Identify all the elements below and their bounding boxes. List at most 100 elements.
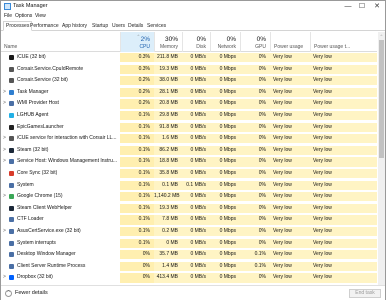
gpu-cell: 0% — [240, 192, 270, 202]
disk-cell: 0 MB/s — [182, 134, 210, 144]
table-row[interactable]: Corsair.Service (32 bit) 0.2% 38.0 MB 0 MB/… — [1, 76, 377, 86]
network-cell: 0 Mbps — [210, 203, 240, 213]
column-header-name[interactable]: Name — [4, 44, 17, 50]
network-cell: 0 Mbps — [210, 261, 240, 271]
expand-chevron-icon[interactable]: > — [3, 192, 7, 201]
table-row[interactable]: > Steam (32 bit) 0.1% 86.2 MB 0 MB/s 0 Mbps 0%… — [1, 145, 377, 155]
column-header-row: Name ^ 2% CPU 30% Memory 0% Disk 0% Netw… — [1, 32, 377, 52]
cpu-cell: 0.2% — [120, 87, 154, 97]
network-cell: 0 Mbps — [210, 169, 240, 179]
power-usage-cell: Very low — [270, 145, 310, 155]
column-header-gpu[interactable]: 0% GPU — [240, 32, 270, 52]
menu-options[interactable]: Options — [15, 13, 32, 20]
column-header-memory[interactable]: 30% Memory — [154, 32, 182, 52]
end-task-button[interactable]: End task — [349, 289, 381, 298]
process-icon — [9, 89, 14, 95]
power-usage-trend-cell: Very low — [310, 87, 377, 97]
table-row[interactable]: > Task Manager 0.2% 28.1 MB 0 MB/s 0 Mbps 0% Ve… — [1, 87, 377, 97]
table-row[interactable]: > Google Chrome (15) 0.1% 1,140.2 MB 0 MB/s 0… — [1, 192, 377, 202]
cpu-column-label: CPU — [139, 44, 150, 50]
table-row[interactable]: > AsusCertService.exe (32 bit) 0.1% 0.2 MB 0… — [1, 227, 377, 237]
cpu-cell: 0.1% — [120, 203, 154, 213]
expand-chevron-icon[interactable]: > — [3, 88, 7, 97]
power-usage-trend-cell: Very low — [310, 169, 377, 179]
process-icon — [9, 240, 14, 246]
process-icon — [9, 66, 14, 72]
process-name: Client Server Runtime Process — [17, 262, 86, 269]
gpu-total-percent: 0% — [256, 36, 266, 43]
vertical-scrollbar[interactable]: ^ — [378, 32, 385, 285]
menu-file[interactable]: File — [4, 13, 12, 20]
tab-users[interactable]: Users — [111, 22, 126, 31]
close-button[interactable]: ✕ — [372, 2, 382, 11]
table-row[interactable]: Core Sync (32 bit) 0.1% 35.8 MB 0 MB/s 0 Mbp… — [1, 169, 377, 179]
table-row[interactable]: System 0.1% 0.1 MB 0.1 MB/s 0 Mbps 0% Very low… — [1, 180, 377, 190]
cpu-cell: 0.2% — [120, 76, 154, 86]
table-row[interactable]: > WMI Provider Host 0.2% 20.8 MB 0 MB/s 0 Mbp… — [1, 99, 377, 109]
power-usage-cell: Very low — [270, 250, 310, 260]
scrollbar-thumb[interactable] — [379, 40, 384, 158]
cpu-cell: 0.1% — [120, 157, 154, 167]
memory-total-percent: 30% — [164, 36, 178, 43]
table-row[interactable]: CTF Loader 0.1% 7.8 MB 0 MB/s 0 Mbps 0% Very l… — [1, 215, 377, 225]
expand-chevron-icon[interactable]: > — [3, 134, 7, 143]
gpu-cell: 0.1% — [240, 261, 270, 271]
cpu-cell: 0.2% — [120, 99, 154, 109]
table-row[interactable]: System interrupts 0.1% 0 MB 0 MB/s 0 Mbps 0% V… — [1, 238, 377, 248]
table-row[interactable]: Corsair.Service.CpuIdRemote 0.3% 19.3 MB 0 … — [1, 64, 377, 74]
table-row[interactable]: > iCUE service for interaction with Corsa… — [1, 134, 377, 144]
disk-cell: 0.1 MB/s — [182, 180, 210, 190]
network-cell: 0 Mbps — [210, 122, 240, 132]
column-header-power-usage-trend[interactable]: Power usage t... — [310, 32, 377, 52]
network-cell: 0 Mbps — [210, 273, 240, 283]
process-name: Google Chrome (15) — [17, 193, 63, 200]
table-row[interactable]: Client Server Runtime Process 0% 1.4 MB 0 M… — [1, 261, 377, 271]
expand-chevron-icon[interactable]: > — [3, 146, 7, 155]
gpu-cell: 0% — [240, 64, 270, 74]
column-header-cpu[interactable]: ^ 2% CPU — [120, 32, 154, 52]
footer-bar: ^ Fewer details End task — [1, 285, 385, 300]
expand-chevron-icon[interactable]: > — [3, 157, 7, 166]
table-row[interactable]: > Dropbox (32 bit) 0% 413.4 MB 0 MB/s 0 Mbps 0… — [1, 273, 377, 283]
tab-app-history[interactable]: App history — [61, 22, 88, 31]
tab-processes[interactable]: Processes — [3, 21, 33, 31]
tab-details[interactable]: Details — [127, 22, 144, 31]
scroll-up-arrow-icon[interactable]: ^ — [378, 32, 385, 39]
power-usage-cell: Very low — [270, 169, 310, 179]
expand-chevron-icon[interactable]: > — [3, 273, 7, 282]
maximize-button[interactable]: ☐ — [357, 2, 367, 11]
minimize-button[interactable]: — — [343, 2, 353, 11]
window-title: Task Manager — [13, 3, 48, 9]
network-cell: 0 Mbps — [210, 134, 240, 144]
cpu-cell: 0.3% — [120, 64, 154, 74]
tab-performance[interactable]: Performance — [29, 22, 60, 31]
process-name: System — [17, 181, 34, 188]
tab-services[interactable]: Services — [146, 22, 167, 31]
process-name: iCUE (32 bit) — [17, 54, 46, 60]
network-cell: 0 Mbps — [210, 64, 240, 74]
power-usage-cell: Very low — [270, 157, 310, 167]
power-usage-trend-cell: Very low — [310, 76, 377, 86]
cpu-cell: 0.1% — [120, 227, 154, 237]
table-row[interactable]: Desktop Window Manager 0% 35.7 MB 0 MB/s 0 M… — [1, 250, 377, 260]
power-usage-trend-cell: Very low — [310, 134, 377, 144]
gpu-cell: 0% — [240, 227, 270, 237]
column-header-power-usage[interactable]: Power usage — [270, 32, 310, 52]
table-row[interactable]: Steam Client WebHelper 0.1% 19.3 MB 0 MB/s 0… — [1, 203, 377, 213]
memory-cell: 1.4 MB — [154, 261, 182, 271]
tab-startup[interactable]: Startup — [91, 22, 109, 31]
cpu-cell: 0.1% — [120, 192, 154, 202]
expand-chevron-icon[interactable]: > — [3, 99, 7, 108]
table-row[interactable]: > Service Host: Windows Management Instru… — [1, 157, 377, 167]
memory-cell: 18.8 MB — [154, 157, 182, 167]
table-row[interactable]: iCUE (32 bit) 0.3% 211.8 MB 0 MB/s 0 Mbps 0% V… — [1, 53, 377, 63]
menu-view[interactable]: View — [35, 13, 46, 20]
power-usage-cell: Very low — [270, 111, 310, 121]
table-row[interactable]: EpicGamesLauncher 0.1% 91.8 MB 0 MB/s 0 Mbps… — [1, 122, 377, 132]
column-header-network[interactable]: 0% Network — [210, 32, 240, 52]
expand-chevron-icon[interactable]: > — [3, 227, 7, 236]
table-row[interactable]: LGHUB Agent 0.1% 29.8 MB 0 MB/s 0 Mbps 0% Very… — [1, 111, 377, 121]
column-header-disk[interactable]: 0% Disk — [182, 32, 210, 52]
gpu-cell: 0% — [240, 273, 270, 283]
memory-cell: 28.1 MB — [154, 87, 182, 97]
